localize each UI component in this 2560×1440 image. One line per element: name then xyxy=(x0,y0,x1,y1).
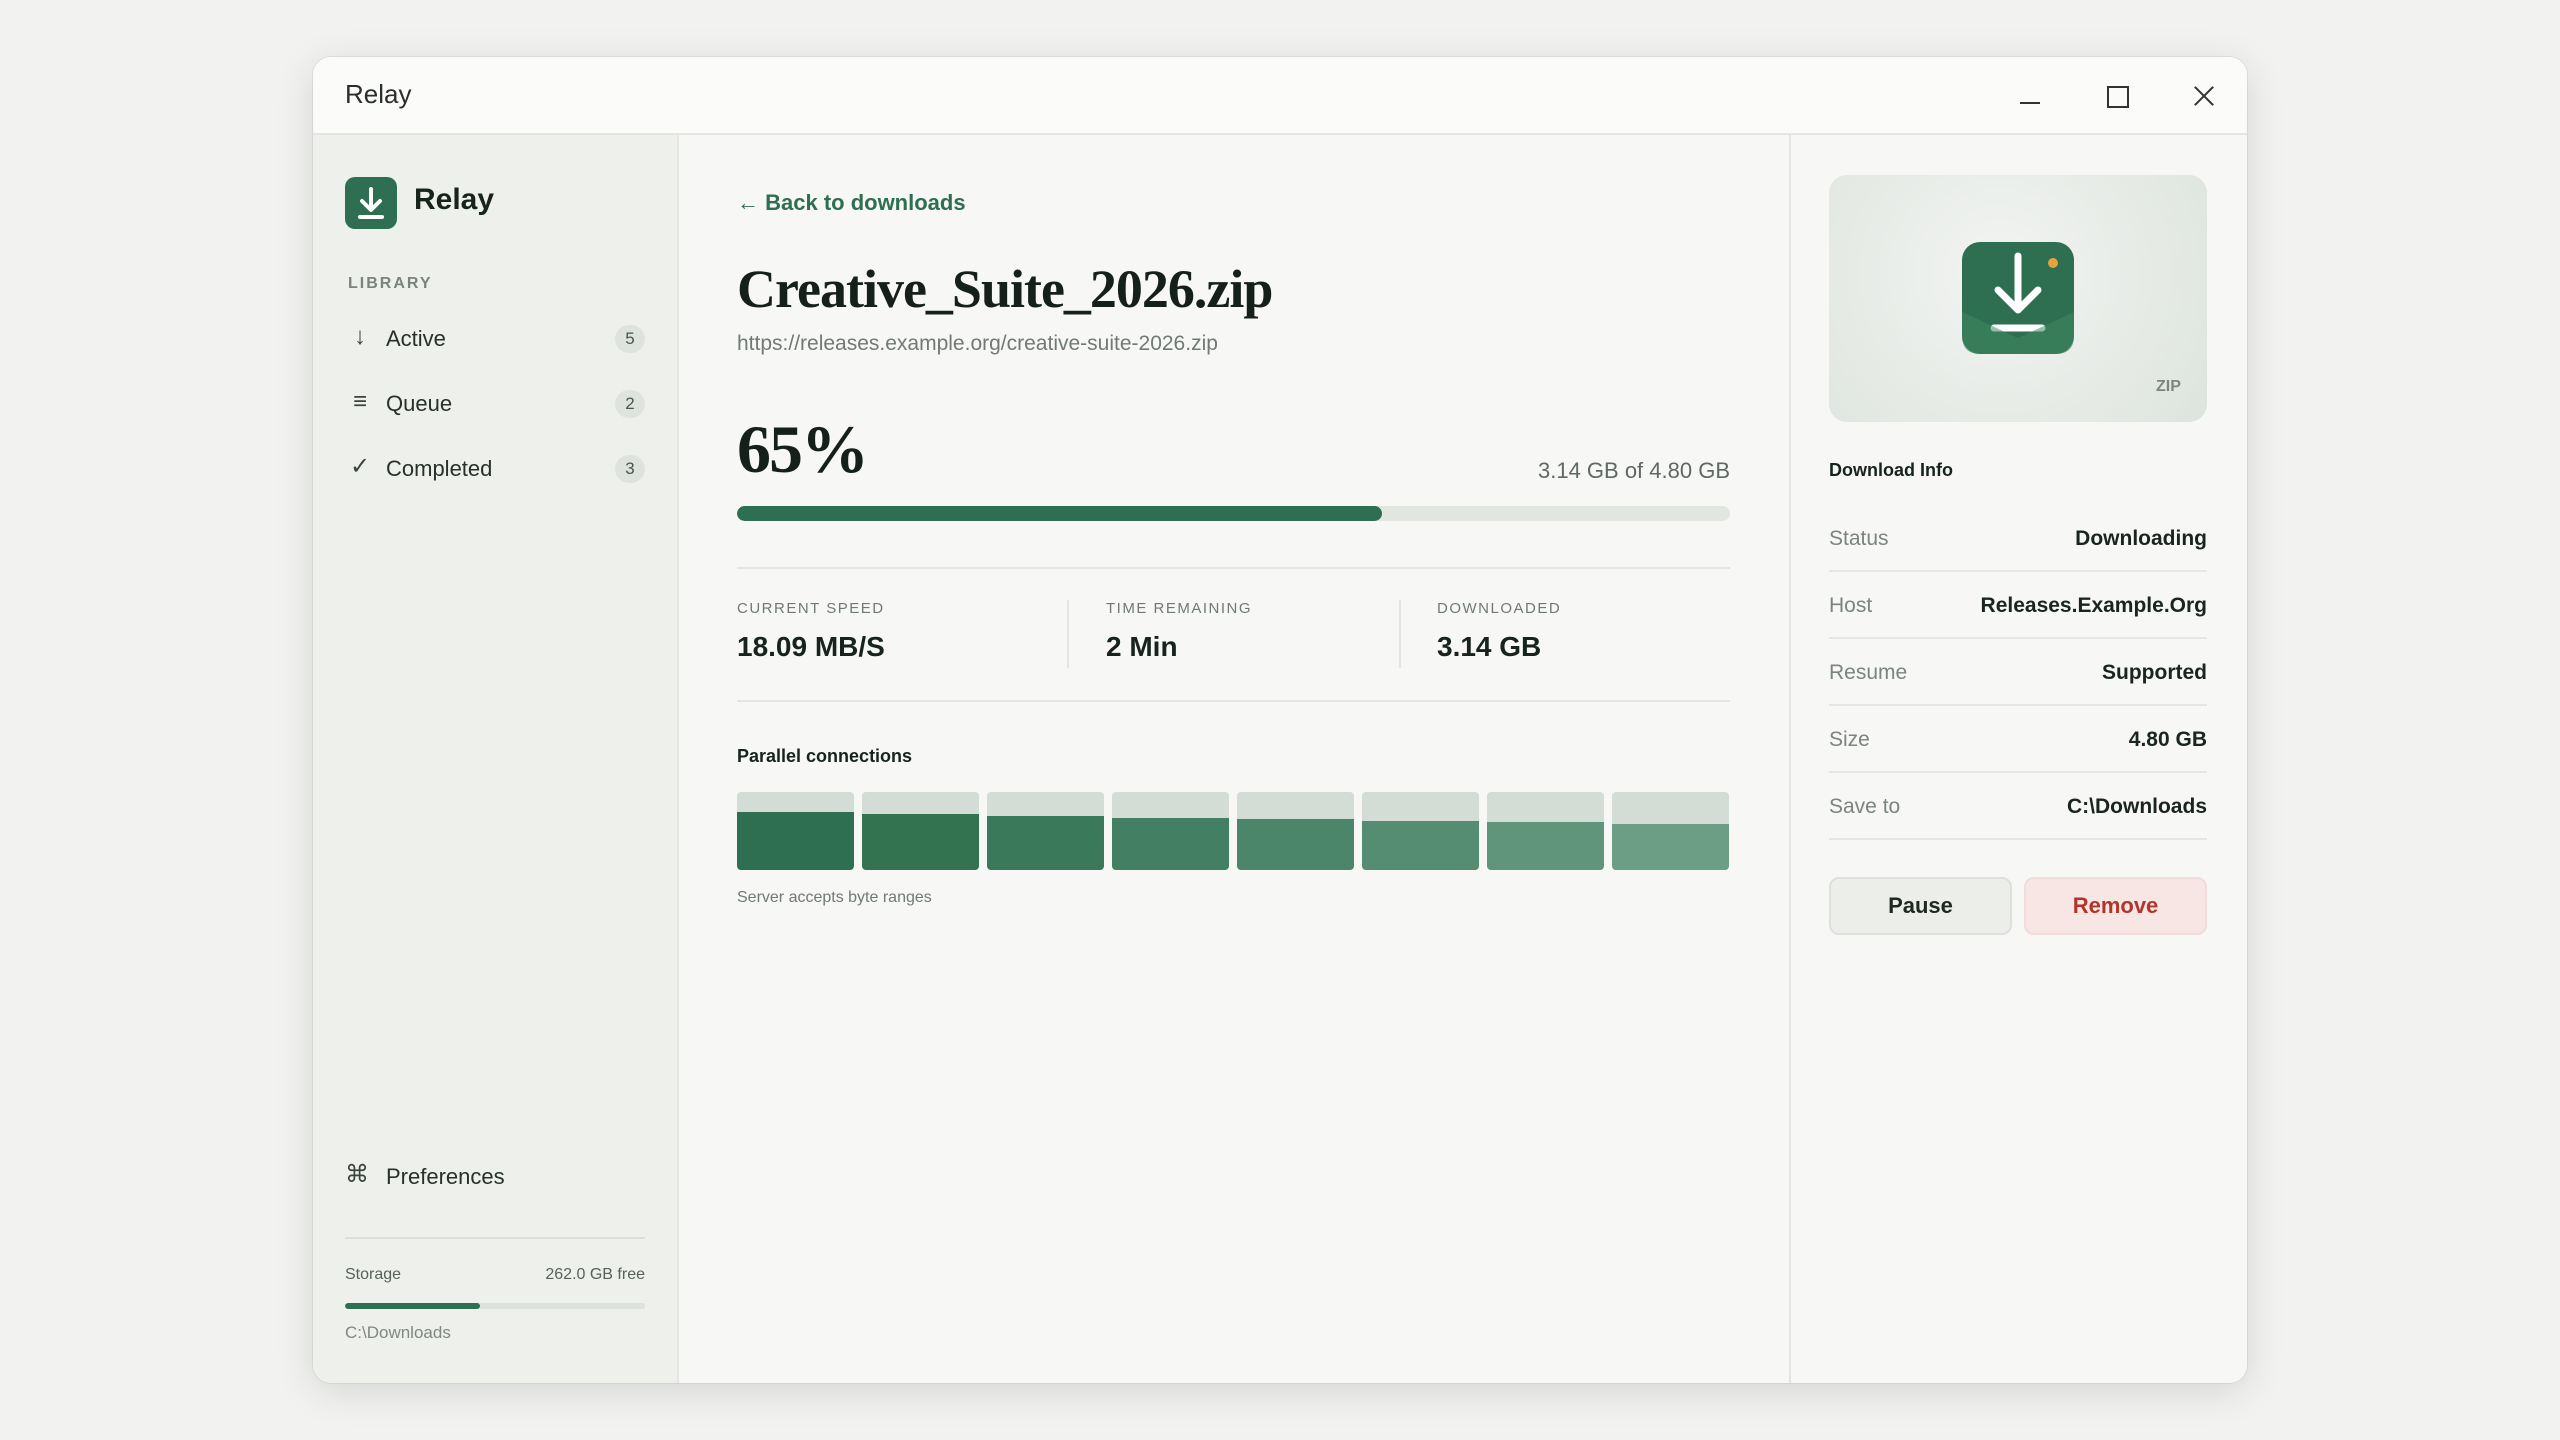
sidebar-item-label: Active xyxy=(386,326,446,351)
stats-divider-top xyxy=(737,567,1730,569)
info-row-size: Size 4.80 GB xyxy=(1829,706,2207,773)
count-badge: 3 xyxy=(615,455,645,483)
minimize-icon[interactable] xyxy=(2005,71,2055,121)
progress-percent: 65% xyxy=(737,411,869,487)
info-row-host: Host Releases.Example.Org xyxy=(1829,572,2207,639)
app-name: Relay xyxy=(414,183,495,216)
check-icon: ✓ xyxy=(349,453,371,480)
info-value: 4.80 GB xyxy=(2128,728,2207,751)
title-bar-overlay: Relay xyxy=(313,57,2247,135)
connections-note: Server accepts byte ranges xyxy=(737,889,932,906)
info-row-resume: Resume Supported xyxy=(1829,639,2207,706)
storage-label: Storage xyxy=(345,1266,402,1283)
info-label: Resume xyxy=(1829,661,1908,684)
file-extension-label: ZIP xyxy=(2156,378,2181,395)
parallel-connections-title: Parallel connections xyxy=(737,746,913,766)
close-icon[interactable] xyxy=(2179,71,2229,121)
size-progress-text: 3.14 GB of 4.80 GB xyxy=(1537,458,1730,483)
storage-free: 262.0 GB free xyxy=(545,1266,645,1283)
info-row-save-to: Save to C:\Downloads xyxy=(1829,773,2207,840)
info-value: Downloading xyxy=(2075,527,2207,550)
connection-segment-fill xyxy=(1612,824,1729,870)
stat-label: DOWNLOADED xyxy=(1437,600,1562,617)
preview-download-icon xyxy=(1962,242,2074,354)
storage-bar xyxy=(345,1303,645,1309)
window-title: Relay xyxy=(345,79,412,109)
info-label: Save to xyxy=(1829,795,1901,818)
info-label: Host xyxy=(1829,594,1873,617)
sidebar-item-completed[interactable]: ✓ Completed 3 xyxy=(333,442,659,496)
download-info-title: Download Info xyxy=(1829,460,1953,480)
info-value: Supported xyxy=(2102,661,2207,684)
connection-segment xyxy=(1487,792,1604,870)
file-name-title: Creative_Suite_2026.zip xyxy=(737,259,1273,319)
sidebar-item-label: Queue xyxy=(386,391,453,416)
download-progress-fill xyxy=(737,506,1383,521)
app-logo xyxy=(345,177,397,229)
stat-value: 3.14 GB xyxy=(1437,631,1542,662)
preferences-label: Preferences xyxy=(386,1164,505,1189)
connection-segment-fill xyxy=(737,812,854,870)
stat-value: 2 Min xyxy=(1106,631,1178,662)
stat-divider xyxy=(1067,600,1069,668)
connection-segment-fill xyxy=(1112,818,1229,870)
sidebar-item-label: Completed xyxy=(386,456,493,481)
stat-time-remaining: TIME REMAINING 2 Min xyxy=(1106,600,1252,663)
stat-label: TIME REMAINING xyxy=(1106,600,1253,617)
pause-button[interactable]: Pause xyxy=(1829,877,2012,935)
connection-segment xyxy=(987,792,1104,870)
info-label: Status xyxy=(1829,527,1889,550)
list-icon: ≡ xyxy=(352,388,367,415)
maximize-icon[interactable] xyxy=(2092,71,2142,121)
stat-divider xyxy=(1399,600,1401,668)
download-icon xyxy=(1962,252,2074,354)
count-badge: 5 xyxy=(615,325,645,353)
sidebar-item-queue[interactable]: ≡ Queue 2 xyxy=(333,377,659,431)
info-row-status: Status Downloading xyxy=(1829,505,2207,572)
connection-segment-fill xyxy=(987,816,1104,870)
stat-value: 18.09 MB/S xyxy=(737,631,885,662)
connection-segment-fill xyxy=(1362,821,1479,870)
command-icon: ⌘ xyxy=(345,1161,369,1188)
stat-current-speed: CURRENT SPEED 18.09 MB/S xyxy=(737,600,885,663)
connection-segment-fill xyxy=(1237,819,1354,870)
count-badge: 2 xyxy=(615,390,645,418)
arrow-down-icon: ↓ xyxy=(354,323,366,350)
download-icon xyxy=(358,187,384,219)
preferences-button[interactable]: ⌘ Preferences xyxy=(333,1150,659,1204)
info-label: Size xyxy=(1829,728,1870,751)
connection-segment xyxy=(737,792,854,870)
info-value: Releases.Example.Org xyxy=(1980,594,2207,617)
info-value: C:\Downloads xyxy=(2067,795,2207,818)
connection-segment xyxy=(1237,792,1354,870)
sidebar-item-active[interactable]: ↓ Active 5 xyxy=(333,312,659,366)
stat-downloaded: DOWNLOADED 3.14 GB xyxy=(1437,600,1561,663)
connection-segment xyxy=(1362,792,1479,870)
file-url: https://releases.example.org/creative-su… xyxy=(737,332,1218,355)
connection-segment-fill xyxy=(1487,822,1604,870)
connection-segment xyxy=(862,792,979,870)
stat-label: CURRENT SPEED xyxy=(737,600,885,617)
back-to-downloads-link[interactable]: ← Back to downloads xyxy=(737,190,966,216)
sidebar-divider xyxy=(345,1237,645,1239)
storage-bar-fill xyxy=(345,1303,480,1309)
remove-button[interactable]: Remove xyxy=(2024,877,2207,935)
library-section-label: LIBRARY xyxy=(348,275,433,292)
storage-path: C:\Downloads xyxy=(345,1323,451,1342)
connection-segment xyxy=(1112,792,1229,870)
download-progress-bar xyxy=(737,506,1730,521)
connection-segment-fill xyxy=(862,814,979,870)
connection-segment xyxy=(1612,792,1729,870)
stats-divider-bottom xyxy=(737,700,1730,702)
